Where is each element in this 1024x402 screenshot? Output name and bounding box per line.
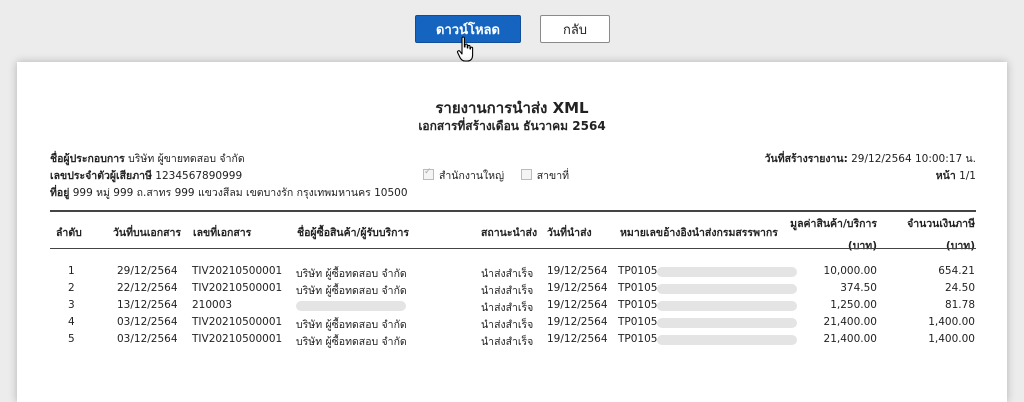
report-page: รายงานการนำส่ง XML เอกสารที่สร้างเดือน ธ… [17,62,1007,402]
cell-doc-no: TIV20210500001 [192,316,283,328]
cell-ref: TP0105 [618,282,658,294]
operator-label: ชื่อผู้ประกอบการ [50,153,125,165]
page-value: 1/1 [959,170,976,182]
cell-ref: TP0105 [618,333,658,345]
cell-doc-date: 03/12/2564 [117,333,178,345]
redacted-ref-bar [657,318,797,328]
page-info: หน้า 1/1 [936,167,976,184]
toolbar: ดาวน์โหลด กลับ [0,0,1024,62]
cell-sent-date: 19/12/2564 [547,282,608,294]
header-amount-line1: มูลค่าสินค้า/บริการ [790,218,877,230]
header-doc-date: วันที่บนเอกสาร [113,227,182,239]
cell-tax: 654.21 [938,265,975,277]
address-value: 999 หมู่ 999 ถ.สาทร 999 แขวงสีลม เขตบางร… [72,187,408,199]
cell-status: นำส่งสำเร็จ [481,268,534,280]
redacted-ref-bar [657,335,797,345]
cell-doc-no: 210003 [192,299,233,311]
cell-doc-date: 13/12/2564 [117,299,178,311]
cell-seq: 3 [68,299,75,311]
cell-status: นำส่งสำเร็จ [481,336,534,348]
redacted-ref-bar [657,267,797,277]
cell-doc-date: 03/12/2564 [117,316,178,328]
cell-sent-date: 19/12/2564 [547,299,608,311]
cell-tax: 81.78 [944,299,975,311]
cell-sent-date: 19/12/2564 [547,265,608,277]
header-doc-no: เลขที่เอกสาร [193,227,252,239]
cell-seq: 4 [68,316,75,328]
head-office-checkbox[interactable] [423,167,434,180]
cell-doc-no: TIV20210500001 [192,265,283,277]
address-info: ที่อยู่ 999 หมู่ 999 ถ.สาทร 999 แขวงสีลม… [50,184,408,201]
cell-doc-date: 22/12/2564 [117,282,178,294]
branch-options: สำนักงานใหญ่ สาขาที่ [423,167,569,184]
cell-doc-no: TIV20210500001 [192,282,283,294]
header-tax-line2: (บาท) [945,240,975,252]
cell-status: นำส่งสำเร็จ [481,302,534,314]
cell-buyer: บริษัท ผู้ซื้อทดสอบ จำกัด [296,319,407,331]
redacted-ref-bar [657,284,797,294]
redacted-ref-bar [657,301,797,311]
created-info: วันที่สร้างรายงาน: 29/12/2564 10:00:17 น… [765,150,976,167]
cell-ref: TP0105 [618,316,658,328]
page-label: หน้า [935,170,956,182]
header-buyer: ชื่อผู้ซื้อสินค้า/ผู้รับบริการ [297,227,410,239]
back-button[interactable]: กลับ [540,15,610,43]
cell-seq: 1 [68,265,75,277]
taxid-value: 1234567890999 [155,170,243,182]
header-ref: หมายเลขอ้างอิงนำส่งกรมสรรพากร [620,227,778,239]
address-label: ที่อยู่ [50,187,70,199]
cell-tax: 24.50 [944,282,975,294]
report-subtitle: เอกสารที่สร้างเดือน ธันวาคม 2564 [418,119,606,133]
header-amount-line2: (บาท) [847,240,877,252]
cell-doc-date: 29/12/2564 [117,265,178,277]
created-value: 29/12/2564 10:00:17 น. [851,153,976,165]
cell-sent-date: 19/12/2564 [547,333,608,345]
header-sent-date: วันที่นำส่ง [547,227,592,239]
redacted-buyer-bar [296,301,406,311]
cell-tax: 1,400.00 [928,333,975,345]
cell-tax: 1,400.00 [928,316,975,328]
cell-seq: 2 [68,282,75,294]
cell-ref: TP0105 [618,299,658,311]
table-header-rule [50,248,976,249]
header-status: สถานะนำส่ง [481,227,538,239]
cell-status: นำส่งสำเร็จ [481,285,534,297]
cell-buyer: บริษัท ผู้ซื้อทดสอบ จำกัด [296,336,407,348]
header-tax-line1: จำนวนเงินภาษี [907,218,975,230]
created-label: วันที่สร้างรายงาน: [764,153,848,165]
cell-buyer: บริษัท ผู้ซื้อทดสอบ จำกัด [296,285,407,297]
branch-label: สาขาที่ [536,170,570,182]
cell-buyer: บริษัท ผู้ซื้อทดสอบ จำกัด [296,268,407,280]
taxid-label: เลขประจำตัวผู้เสียภาษี [50,170,152,182]
operator-value: บริษัท ผู้ขายทดสอบ จำกัด [128,153,245,165]
operator-info: ชื่อผู้ประกอบการ บริษัท ผู้ขายทดสอบ จำกั… [50,150,245,167]
cell-ref: TP0105 [618,265,658,277]
taxid-info: เลขประจำตัวผู้เสียภาษี 1234567890999 [50,167,242,184]
cell-sent-date: 19/12/2564 [547,316,608,328]
header-seq: ลำดับ [56,227,82,239]
head-office-label: สำนักงานใหญ่ [439,170,505,182]
hand-cursor-icon [456,36,474,62]
branch-checkbox[interactable] [520,169,532,180]
table-top-rule [50,210,976,212]
cell-doc-no: TIV20210500001 [192,333,283,345]
cell-seq: 5 [68,333,75,345]
cell-status: นำส่งสำเร็จ [481,319,534,331]
